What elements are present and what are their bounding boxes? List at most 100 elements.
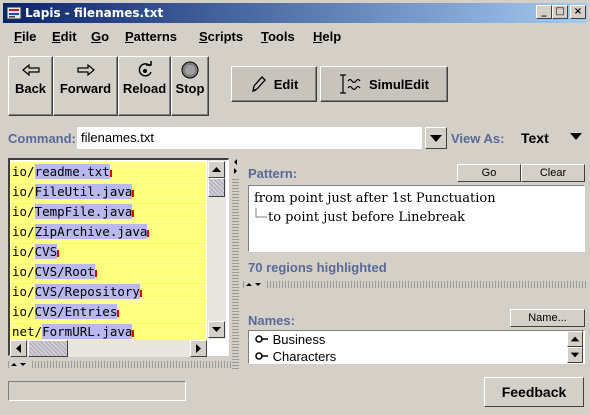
document-line[interactable]: io/readme.txt [10, 162, 206, 182]
menu-bar: File Edit Go Patterns Scripts Tools Help [3, 25, 587, 49]
close-button[interactable]: × [570, 5, 586, 19]
document-line-text: io/ZipArchive.java [10, 224, 150, 239]
command-dropdown-button[interactable] [425, 127, 447, 149]
tree-node-icon [255, 352, 268, 360]
names-scroll-up-button[interactable] [567, 331, 583, 347]
document-line[interactable]: io/CVS/Repository [10, 282, 206, 302]
menu-help[interactable]: Help [313, 29, 341, 44]
forward-button[interactable]: Forward [53, 56, 118, 116]
back-label: Back [14, 81, 47, 96]
reload-button[interactable]: Reload [118, 56, 171, 116]
forward-label: Forward [59, 81, 112, 96]
name-button[interactable]: Name... [510, 309, 585, 327]
menu-scripts[interactable]: Scripts [199, 29, 243, 44]
highlighted-region: ZipArchive.java [34, 224, 148, 239]
scroll-right-button[interactable] [190, 340, 207, 357]
splitter-arrows-icon [232, 158, 239, 178]
menu-edit[interactable]: Edit [52, 29, 77, 44]
names-scroll-down-button[interactable] [567, 347, 583, 363]
command-input[interactable]: filenames.txt [77, 127, 422, 149]
document-line[interactable]: net/FormURL.java [10, 322, 206, 342]
reload-icon [138, 61, 152, 77]
right-horizontal-splitter[interactable] [243, 281, 587, 288]
document-horizontal-scrollbar[interactable] [10, 340, 207, 357]
line-prefix: io/ [12, 224, 35, 239]
region-end-marker [139, 290, 142, 297]
names-list[interactable]: Business Characters [248, 330, 585, 364]
document-line[interactable]: io/CVS/Entries [10, 302, 206, 322]
region-end-marker [94, 270, 97, 277]
highlighted-region: CVS [34, 244, 58, 259]
document-line[interactable]: io/CVS/Root [10, 262, 206, 282]
minimize-button[interactable]: _ [536, 5, 552, 19]
line-prefix: io/ [12, 264, 35, 279]
highlighted-region: FileUtil.java [34, 184, 133, 199]
document-line-text: io/CVS/Repository [10, 284, 142, 299]
highlighted-region: CVS/Root [34, 264, 95, 279]
list-item[interactable]: Characters [255, 349, 336, 363]
scroll-left-button[interactable] [10, 340, 27, 357]
pattern-editor[interactable]: from point just after 1st Punctuation to… [248, 185, 585, 252]
highlighted-region: CVS/Repository [34, 284, 140, 299]
reload-label: Reload [122, 81, 167, 96]
document-vertical-scrollbar[interactable] [207, 160, 226, 339]
arrow-right-icon [196, 344, 201, 353]
splitter-arrows-icon [10, 361, 30, 368]
left-horizontal-splitter[interactable] [8, 361, 231, 368]
edit-button[interactable]: Edit [231, 66, 317, 102]
highlighted-region: readme.txt [34, 164, 110, 179]
document-line-text: io/CVS [10, 244, 60, 259]
arrow-up-icon [212, 167, 221, 172]
window-title: Lapis - filenames.txt [25, 6, 164, 20]
document-line[interactable]: io/CVS [10, 242, 206, 262]
line-prefix: io/ [12, 244, 35, 259]
clear-button[interactable]: Clear [521, 164, 585, 182]
menu-go[interactable]: Go [91, 29, 109, 44]
feedback-button[interactable]: Feedback [484, 377, 584, 407]
stop-button[interactable]: Stop [171, 56, 209, 116]
simuledit-button[interactable]: SimulEdit [320, 66, 448, 102]
back-button[interactable]: Back [8, 56, 53, 116]
region-end-marker [147, 230, 150, 237]
document-line-text: io/FileUtil.java [10, 184, 135, 199]
scroll-down-button[interactable] [208, 321, 225, 338]
document-line[interactable]: io/TempFile.java [10, 202, 206, 222]
line-prefix: io/ [12, 184, 35, 199]
tree-connector-icon [255, 208, 267, 218]
view-as-value: Text [521, 130, 549, 146]
status-field [8, 381, 186, 401]
pattern-line-2: to point just before Linebreak [268, 210, 466, 225]
document-view[interactable]: io/readme.txt io/FileUtil.java io/TempFile… [8, 158, 229, 356]
horizontal-scroll-thumb[interactable] [28, 340, 68, 357]
document-line-text: io/TempFile.java [10, 204, 135, 219]
stop-icon [181, 61, 199, 79]
scroll-up-button[interactable] [208, 161, 225, 178]
document-line[interactable]: io/ZipArchive.java [10, 222, 206, 242]
view-as-select[interactable]: Text [516, 127, 586, 149]
vertical-scroll-thumb[interactable] [208, 178, 225, 197]
line-prefix: io/ [12, 164, 35, 179]
pattern-line-1: from point just after 1st Punctuation [254, 191, 496, 206]
arrow-down-icon [212, 327, 221, 332]
region-end-marker [132, 190, 135, 197]
region-end-marker [109, 170, 112, 177]
stop-label: Stop [175, 81, 205, 96]
pencil-icon [251, 76, 266, 93]
menu-file[interactable]: File [14, 29, 36, 44]
back-arrow-icon [21, 63, 40, 77]
arrow-down-icon [570, 352, 580, 358]
document-line[interactable]: io/FileUtil.java [10, 182, 206, 202]
menu-tools[interactable]: Tools [261, 29, 295, 44]
highlighted-region: TempFile.java [34, 204, 133, 219]
vertical-splitter[interactable] [232, 158, 239, 369]
chevron-down-icon [430, 135, 442, 142]
line-prefix: net/ [12, 324, 43, 339]
title-bar[interactable]: Lapis - filenames.txt _ □ × [3, 3, 587, 23]
list-item[interactable]: Business [255, 332, 325, 347]
menu-patterns[interactable]: Patterns [125, 29, 177, 44]
view-as-label: View As: [451, 131, 505, 146]
region-end-marker [132, 210, 135, 217]
go-button[interactable]: Go [457, 164, 521, 182]
command-label: Command: [8, 131, 76, 146]
maximize-button[interactable]: □ [552, 5, 568, 19]
